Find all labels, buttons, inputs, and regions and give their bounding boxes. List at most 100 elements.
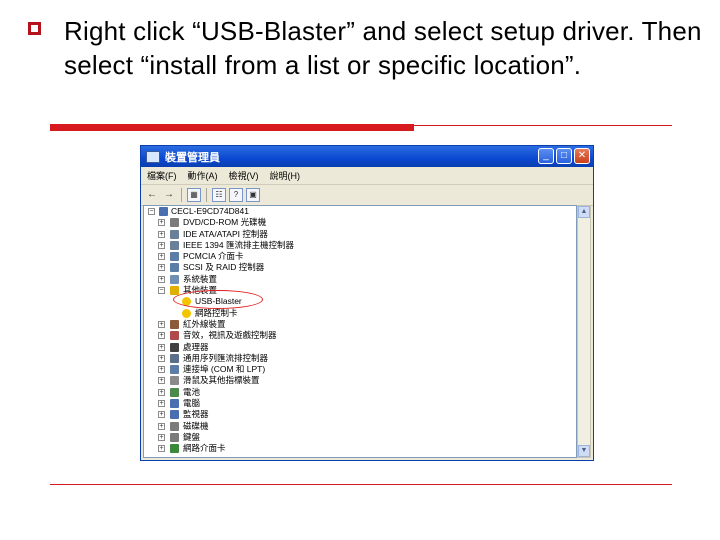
tree-item-label: 處理器	[183, 341, 209, 352]
tree-category-item[interactable]: + 監視器	[144, 409, 576, 420]
title-bar[interactable]: 裝置管理員 _ □ ✕	[141, 146, 593, 167]
network-adapter-icon	[170, 444, 179, 454]
processor-icon	[170, 342, 179, 352]
tree-category-item[interactable]: + 電腦	[144, 398, 576, 409]
menu-action[interactable]: 動作(A)	[188, 169, 218, 182]
expand-icon[interactable]: +	[158, 275, 165, 283]
unknown-device-icon	[182, 308, 191, 318]
window-title: 裝置管理員	[165, 151, 220, 164]
tree-item-label: 監視器	[183, 409, 209, 420]
collapse-icon[interactable]: −	[148, 208, 155, 215]
expand-icon[interactable]: +	[158, 230, 165, 238]
tree-category-item[interactable]: + 鍵盤	[144, 432, 576, 443]
maximize-button[interactable]: □	[556, 148, 572, 164]
tree-item-label: 音效，視訊及遊戲控制器	[183, 330, 277, 341]
tree-category-item[interactable]: + 通用序列匯流排控制器	[144, 353, 576, 364]
top-divider-thin	[414, 125, 672, 126]
menu-help[interactable]: 說明(H)	[270, 169, 301, 182]
system-device-icon	[170, 274, 179, 284]
vertical-scrollbar[interactable]: ▲ ▼	[577, 205, 591, 458]
tree-root[interactable]: − CECL-E9CD74D841	[144, 206, 576, 217]
tree-category-item[interactable]: + 音效，視訊及遊戲控制器	[144, 330, 576, 341]
expand-icon[interactable]: +	[158, 354, 165, 362]
tree-category-item[interactable]: + DVD/CD-ROM 光碟機	[144, 217, 576, 228]
infrared-icon	[170, 319, 179, 329]
computer-icon	[159, 207, 168, 216]
tree-item-label: DVD/CD-ROM 光碟機	[183, 217, 267, 228]
cdrom-icon	[170, 218, 179, 228]
expand-icon[interactable]: +	[158, 253, 165, 261]
expand-icon[interactable]: +	[158, 366, 165, 374]
tree-item-label: 電腦	[183, 398, 201, 409]
tree-root-label: CECL-E9CD74D841	[171, 206, 249, 216]
expand-icon[interactable]: +	[158, 411, 165, 419]
forward-button[interactable]: →	[162, 188, 176, 202]
expand-icon[interactable]: +	[158, 388, 165, 396]
tree-item-label: PCMCIA 介面卡	[183, 251, 244, 262]
expand-icon[interactable]: +	[158, 400, 165, 408]
tree-item-label: 紅外線裝置	[183, 318, 226, 329]
usb-icon	[170, 353, 179, 363]
expand-icon[interactable]: +	[158, 219, 165, 227]
usb-blaster-highlight-circle	[173, 290, 263, 309]
expand-icon[interactable]: +	[158, 445, 165, 453]
close-button[interactable]: ✕	[574, 148, 590, 164]
toolbar-separator	[181, 188, 182, 202]
tree-category-item[interactable]: + PCMCIA 介面卡	[144, 251, 576, 262]
device-tree: − CECL-E9CD74D841 + DVD/CD-ROM 光碟機 + IDE AT…	[144, 206, 576, 455]
expand-icon[interactable]: +	[158, 332, 165, 340]
tree-category-item[interactable]: + 滑鼠及其他指標裝置	[144, 375, 576, 386]
device-manager-icon	[146, 150, 160, 163]
tree-item-label: IDE ATA/ATAPI 控制器	[183, 228, 268, 239]
tree-category-item[interactable]: + SCSI 及 RAID 控制器	[144, 262, 576, 273]
mouse-icon	[170, 376, 179, 386]
tree-category-item[interactable]: + 電池	[144, 387, 576, 398]
slide-instruction-text: Right click “USB-Blaster” and select set…	[64, 16, 702, 80]
top-divider-thick	[50, 124, 414, 131]
tree-category-item[interactable]: + 連接埠 (COM 和 LPT)	[144, 364, 576, 375]
expand-icon[interactable]: +	[158, 377, 165, 385]
disk-icon	[170, 421, 179, 431]
tree-item-label: 網路控制卡	[195, 307, 238, 318]
expand-icon[interactable]: +	[158, 343, 165, 351]
minimize-button[interactable]: _	[538, 148, 554, 164]
tree-item-label: 電池	[183, 386, 201, 397]
device-view-icon[interactable]: ▣	[246, 188, 260, 202]
expand-icon[interactable]: +	[158, 422, 165, 430]
collapse-icon[interactable]: −	[158, 287, 165, 295]
tree-item-label: IEEE 1394 匯流排主機控制器	[183, 239, 295, 250]
menu-file[interactable]: 檔案(F)	[147, 169, 177, 182]
tree-item-label: SCSI 及 RAID 控制器	[183, 262, 265, 273]
tree-category-item[interactable]: + 系統裝置	[144, 274, 576, 285]
menu-view[interactable]: 檢視(V)	[229, 169, 259, 182]
tree-category-item[interactable]: + 處理器	[144, 342, 576, 353]
sound-icon	[170, 331, 179, 341]
tree-child-item[interactable]: 網路控制卡	[144, 308, 576, 319]
expand-icon[interactable]: +	[158, 241, 165, 249]
device-tree-pane: − CECL-E9CD74D841 + DVD/CD-ROM 光碟機 + IDE AT…	[143, 205, 577, 458]
tree-item-label: 連接埠 (COM 和 LPT)	[183, 364, 266, 375]
tree-item-label: 磁碟機	[183, 420, 209, 431]
properties-icon[interactable]: ☷	[212, 188, 226, 202]
back-button[interactable]: ←	[145, 188, 159, 202]
tree-category-item[interactable]: + 磁碟機	[144, 421, 576, 432]
computer-icon	[170, 399, 179, 409]
keyboard-icon	[170, 432, 179, 442]
help-icon[interactable]: ?	[229, 188, 243, 202]
expand-icon[interactable]: +	[158, 264, 165, 272]
view-icon[interactable]: ▦	[187, 188, 201, 202]
tree-category-item[interactable]: + 網路介面卡	[144, 443, 576, 454]
tree-item-label: 鍵盤	[183, 431, 201, 442]
monitor-icon	[170, 410, 179, 420]
tree-category-item[interactable]: + 紅外線裝置	[144, 319, 576, 330]
scroll-up-icon[interactable]: ▲	[578, 206, 590, 218]
tree-category-item[interactable]: + IDE ATA/ATAPI 控制器	[144, 229, 576, 240]
toolbar: ← → ▦ ☷ ? ▣	[141, 185, 593, 206]
expand-icon[interactable]: +	[158, 433, 165, 441]
scroll-down-icon[interactable]: ▼	[578, 445, 590, 457]
other-devices-icon	[170, 286, 179, 296]
tree-category-item[interactable]: + IEEE 1394 匯流排主機控制器	[144, 240, 576, 251]
expand-icon[interactable]: +	[158, 320, 165, 328]
pcmcia-icon	[170, 252, 179, 262]
tree-item-label: 滑鼠及其他指標裝置	[183, 375, 260, 386]
